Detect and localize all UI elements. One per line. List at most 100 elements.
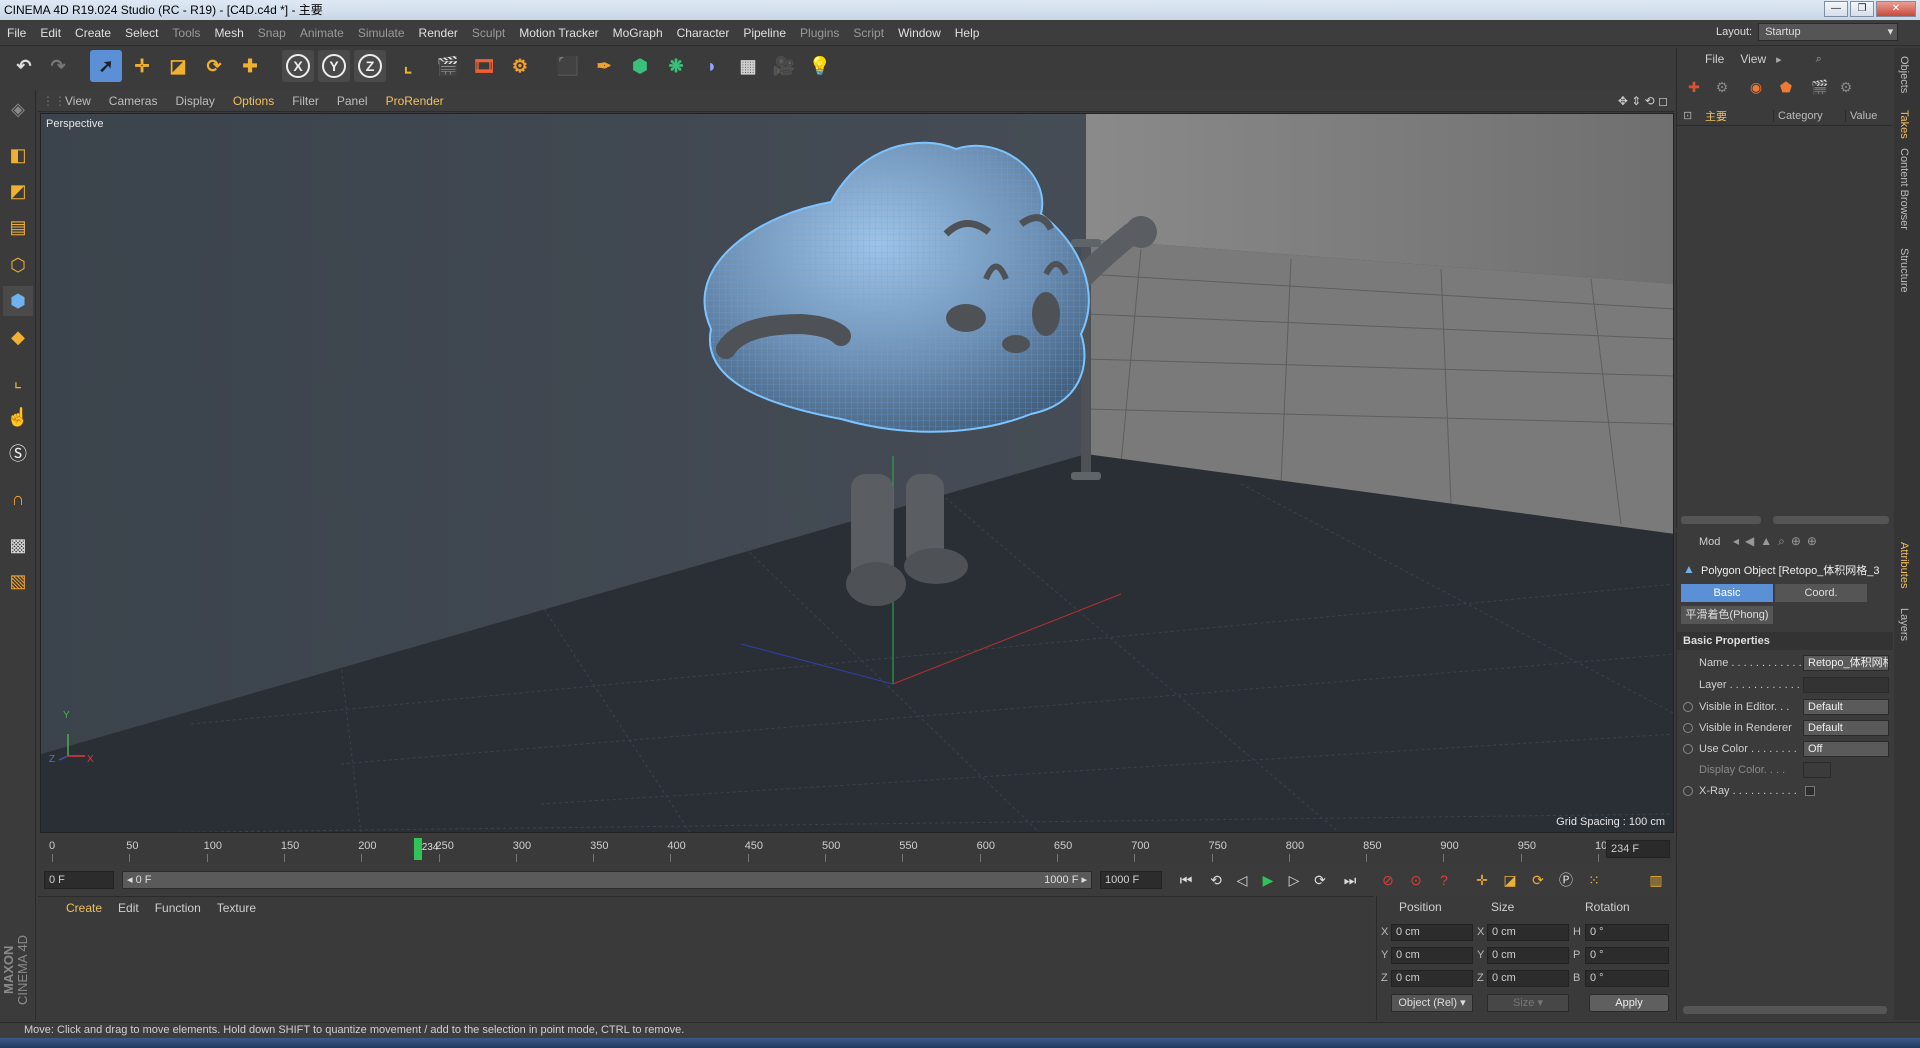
menu-help[interactable]: Help xyxy=(948,26,987,40)
viewport-menu-display[interactable]: Display xyxy=(166,94,223,108)
prev-key-icon[interactable]: ⟲ xyxy=(1204,869,1228,891)
prev-frame-icon[interactable]: ◁ xyxy=(1230,869,1254,891)
take-add-icon[interactable]: ✚ xyxy=(1681,74,1707,100)
menu-render[interactable]: Render xyxy=(412,26,465,40)
render-view-icon[interactable]: 🎬 xyxy=(432,50,464,82)
viewport-menu-view[interactable]: View xyxy=(56,94,100,108)
next-frame-icon[interactable]: ▷ xyxy=(1282,869,1306,891)
minimize-button[interactable]: — xyxy=(1824,1,1848,17)
attr-nav-icons[interactable]: ◂◀▲⌕⊕⊕ xyxy=(1733,534,1823,549)
perspective-viewport[interactable]: Perspective Y Z X Grid Spacing : 100 cm xyxy=(40,113,1674,833)
size-y-field[interactable]: 0 cm xyxy=(1487,947,1569,964)
apply-button[interactable]: Apply xyxy=(1589,994,1669,1012)
polygons-mode-icon[interactable]: ◆ xyxy=(3,322,33,352)
menu-tools[interactable]: Tools xyxy=(165,26,207,40)
layer-field[interactable] xyxy=(1803,677,1889,693)
maximize-button[interactable]: ❐ xyxy=(1850,1,1874,17)
object-menu-more-icon[interactable]: ▸ xyxy=(1776,53,1782,66)
light-icon[interactable]: 💡 xyxy=(804,50,836,82)
menu-file[interactable]: File xyxy=(0,26,33,40)
take-render-icon[interactable]: 🎬 xyxy=(1807,74,1833,100)
menu-mesh[interactable]: Mesh xyxy=(207,26,250,40)
play-icon[interactable]: ▶ xyxy=(1256,869,1280,891)
close-button[interactable]: ✕ xyxy=(1876,1,1916,17)
quantize-icon[interactable]: ▧ xyxy=(3,566,33,596)
texture-mode-icon[interactable]: ◩ xyxy=(3,176,33,206)
frame-range-slider[interactable]: ◂ 0 F 1000 F ▸ xyxy=(122,871,1092,889)
object-menu-file[interactable]: File xyxy=(1699,52,1730,66)
make-editable-icon[interactable]: ◈ xyxy=(3,94,33,124)
display-color-swatch[interactable] xyxy=(1803,762,1831,778)
size-mode-dropdown[interactable]: Size ▾ xyxy=(1487,994,1569,1012)
scale-key-icon[interactable]: ◪ xyxy=(1498,869,1522,891)
start-frame-field[interactable]: 0 F xyxy=(44,871,114,889)
model-mode-icon[interactable]: ◧ xyxy=(3,140,33,170)
value-column-header[interactable]: Value xyxy=(1845,109,1877,122)
param-key-icon[interactable]: Ⓟ xyxy=(1554,869,1578,891)
axis-mode-icon[interactable]: ⌞ xyxy=(3,366,33,396)
render-settings-icon[interactable]: ⚙ xyxy=(504,50,536,82)
visible-editor-anim-icon[interactable] xyxy=(1683,702,1693,712)
xray-checkbox[interactable] xyxy=(1805,786,1815,796)
current-frame-field[interactable]: 234 F xyxy=(1606,840,1670,858)
y-axis-icon[interactable]: Y xyxy=(318,50,350,82)
go-end-icon[interactable]: ⏭ xyxy=(1338,869,1362,891)
menu-snap[interactable]: Snap xyxy=(251,26,293,40)
viewport-menu-cameras[interactable]: Cameras xyxy=(100,94,167,108)
pos-x-field[interactable]: 0 cm xyxy=(1391,924,1473,941)
viewport-menu-filter[interactable]: Filter xyxy=(283,94,328,108)
edges-mode-icon[interactable]: ⬢ xyxy=(3,286,33,316)
x-axis-icon[interactable]: X xyxy=(282,50,314,82)
next-key-icon[interactable]: ⟳ xyxy=(1308,869,1332,891)
material-menu-texture[interactable]: Texture xyxy=(209,901,264,915)
tab-structure[interactable]: Structure xyxy=(1898,248,1910,293)
tab-coord[interactable]: Coord. xyxy=(1775,584,1867,602)
use-color-dropdown[interactable]: Off xyxy=(1803,741,1889,757)
visible-renderer-anim-icon[interactable] xyxy=(1683,723,1693,733)
attr-mode-menu[interactable]: Mod xyxy=(1699,536,1720,548)
tweak-icon[interactable]: ☝ xyxy=(3,402,33,432)
object-menu-view[interactable]: View xyxy=(1734,52,1772,66)
move-icon[interactable]: ✛ xyxy=(126,50,158,82)
menu-plugins[interactable]: Plugins xyxy=(793,26,846,40)
menu-window[interactable]: Window xyxy=(891,26,948,40)
category-column-header[interactable]: Category xyxy=(1773,109,1823,122)
undo-icon[interactable]: ↶ xyxy=(8,50,40,82)
rot-b-field[interactable]: 0 ° xyxy=(1585,970,1669,987)
pla-key-icon[interactable]: ⁙ xyxy=(1582,869,1606,891)
viewport-menu-prorender[interactable]: ProRender xyxy=(377,94,453,108)
solo-icon[interactable]: Ⓢ xyxy=(3,438,33,468)
floor-icon[interactable]: ▦ xyxy=(732,50,764,82)
current-frame-marker[interactable]: 234 xyxy=(413,838,438,860)
camera-icon[interactable]: 🎥 xyxy=(768,50,800,82)
pen-spline-icon[interactable]: ✒ xyxy=(588,50,620,82)
menu-sculpt[interactable]: Sculpt xyxy=(465,26,512,40)
timeline-icon[interactable]: ▥ xyxy=(1644,869,1668,891)
rot-p-field[interactable]: 0 ° xyxy=(1585,947,1669,964)
scale-icon[interactable]: ◪ xyxy=(162,50,194,82)
object-scrollbar[interactable] xyxy=(1681,516,1889,526)
layout-dropdown[interactable]: Startup ▾ xyxy=(1758,23,1899,41)
tab-phong[interactable]: 平滑着色(Phong) xyxy=(1681,606,1773,624)
keyframe-selection-icon[interactable]: ? xyxy=(1432,869,1456,891)
points-mode-icon[interactable]: ⬡ xyxy=(3,250,33,280)
material-menu-create[interactable]: Create xyxy=(58,901,110,915)
move-key-icon[interactable]: ✛ xyxy=(1470,869,1494,891)
object-search-icon[interactable]: ⌕ xyxy=(1816,53,1822,66)
tab-layers[interactable]: Layers xyxy=(1898,608,1910,641)
tab-content-browser[interactable]: Content Browser xyxy=(1898,148,1910,230)
snap-icon[interactable]: ∩ xyxy=(3,484,33,514)
render-picture-queue-icon[interactable]: 🎞 xyxy=(468,50,500,82)
menu-script[interactable]: Script xyxy=(846,26,891,40)
autokey-icon[interactable]: ⊙ xyxy=(1404,869,1428,891)
menu-animate[interactable]: Animate xyxy=(293,26,351,40)
menu-pipeline[interactable]: Pipeline xyxy=(736,26,793,40)
pos-z-field[interactable]: 0 cm xyxy=(1391,970,1473,987)
menu-character[interactable]: Character xyxy=(670,26,737,40)
workplane-icon[interactable]: ▤ xyxy=(3,212,33,242)
viewport-nav-icons[interactable]: ✥ ⇕ ⟲ ◻ xyxy=(1618,94,1668,108)
timeline-ruler[interactable]: 0 50 100 150 200 250 300 350 400 450 500 550 600 650 7… xyxy=(40,836,1674,864)
tab-objects[interactable]: Objects xyxy=(1898,56,1910,93)
redo-icon[interactable]: ↷ xyxy=(42,50,74,82)
take-settings-icon[interactable]: ⚙ xyxy=(1833,74,1859,100)
